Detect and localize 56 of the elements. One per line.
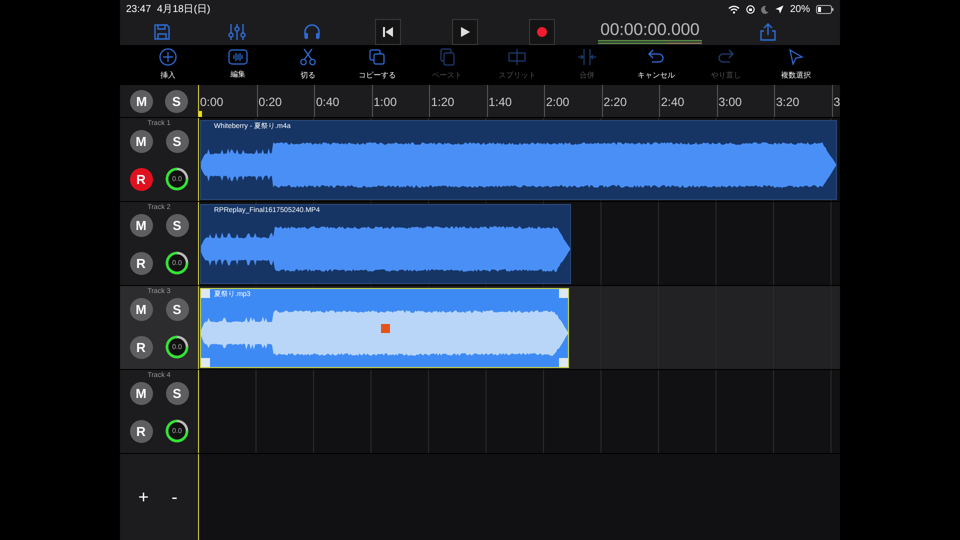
timecode: 00:00:00.000 bbox=[600, 20, 700, 38]
time-tick-label: 2:00 bbox=[546, 95, 570, 109]
trim-handle[interactable] bbox=[201, 288, 210, 298]
wifi-icon bbox=[728, 4, 740, 14]
mute-button[interactable]: M bbox=[130, 382, 152, 405]
split-icon bbox=[506, 48, 527, 66]
paste-icon bbox=[438, 48, 456, 66]
record-arm-button[interactable]: R bbox=[130, 252, 152, 274]
battery-percent: 20% bbox=[790, 4, 810, 14]
mute-button[interactable]: M bbox=[130, 298, 152, 321]
solo-button[interactable]: S bbox=[166, 214, 188, 237]
mute-button[interactable]: M bbox=[130, 214, 152, 237]
waveform-icon bbox=[228, 49, 248, 65]
playhead-marker[interactable] bbox=[199, 111, 202, 117]
trim-handle[interactable] bbox=[559, 358, 568, 366]
solo-button[interactable]: S bbox=[166, 298, 188, 321]
time-tick-label: 2:20 bbox=[604, 95, 627, 109]
moon-icon bbox=[760, 4, 769, 14]
trim-handle[interactable] bbox=[201, 358, 210, 366]
trim-handle[interactable] bbox=[559, 288, 568, 298]
time-tick-label: 1:20 bbox=[431, 95, 454, 109]
time-tick-label: 2:40 bbox=[661, 95, 684, 109]
play-button[interactable] bbox=[452, 18, 478, 44]
record-arm-button[interactable]: R bbox=[130, 168, 152, 190]
time-tick-label: 3:00 bbox=[718, 95, 742, 109]
skip-back-icon bbox=[382, 26, 394, 38]
time-tick-label: 3 bbox=[834, 95, 840, 109]
time-tick-label: 1:00 bbox=[374, 95, 397, 109]
scissors-icon bbox=[298, 48, 317, 66]
record-icon bbox=[536, 26, 548, 38]
location-arrow-icon bbox=[774, 4, 784, 14]
solo-button[interactable]: S bbox=[166, 382, 188, 405]
previous-button[interactable] bbox=[375, 18, 401, 44]
play-icon bbox=[459, 26, 471, 38]
rotation-lock-icon bbox=[746, 4, 755, 14]
status-date: 4月18日(日) bbox=[157, 3, 210, 16]
merge-icon bbox=[576, 48, 597, 66]
time-tick-label: 0:40 bbox=[316, 95, 340, 109]
record-arm-button[interactable]: R bbox=[130, 420, 152, 442]
add-track-button[interactable]: + bbox=[134, 485, 154, 509]
record-arm-button[interactable]: R bbox=[130, 336, 152, 358]
copy-icon bbox=[368, 48, 386, 66]
remove-track-button[interactable]: - bbox=[164, 485, 184, 509]
record-button[interactable] bbox=[529, 18, 555, 44]
time-tick-label: 0:20 bbox=[258, 95, 282, 109]
master-mute-button[interactable]: M bbox=[130, 90, 153, 112]
mute-button[interactable]: M bbox=[130, 130, 152, 153]
cursor-icon bbox=[786, 48, 805, 66]
time-tick-label: 0:00 bbox=[200, 95, 224, 109]
plus-circle-icon bbox=[159, 48, 177, 66]
status-time: 23:47 bbox=[126, 4, 152, 14]
master-solo-button[interactable]: S bbox=[165, 90, 188, 112]
time-tick-label: 3:20 bbox=[776, 95, 800, 109]
time-tick-label: 1:40 bbox=[488, 95, 512, 109]
battery-icon bbox=[816, 4, 834, 14]
solo-button[interactable]: S bbox=[166, 130, 188, 153]
